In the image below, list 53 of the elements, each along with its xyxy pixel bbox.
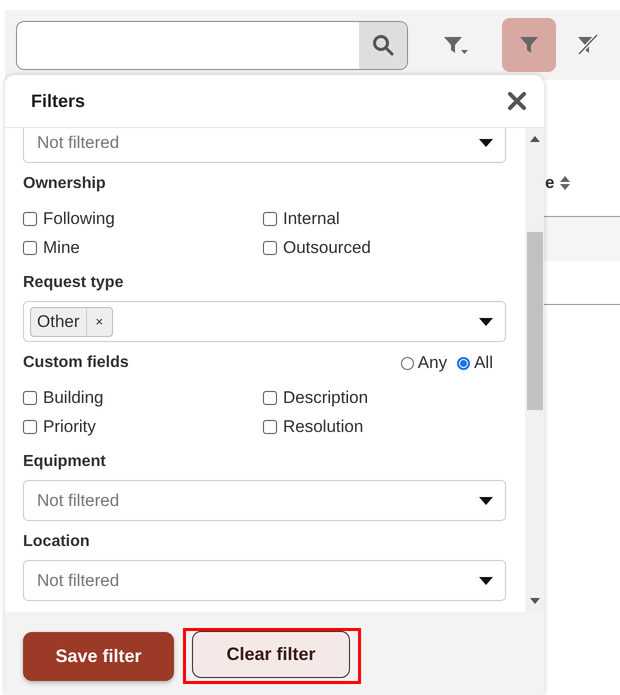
checkbox-option[interactable]: Priority xyxy=(23,412,263,441)
checkbox-option[interactable]: Internal xyxy=(263,204,503,233)
scrollbar[interactable] xyxy=(525,128,544,612)
select-field[interactable]: Other × xyxy=(23,301,506,342)
checkbox[interactable] xyxy=(23,240,37,254)
radio-button[interactable] xyxy=(457,356,470,370)
panel-title: Filters xyxy=(31,90,86,112)
checkbox-option[interactable]: Following xyxy=(23,204,263,233)
checkbox[interactable] xyxy=(263,390,277,404)
close-button[interactable] xyxy=(508,92,526,110)
radio-option[interactable]: All xyxy=(457,352,493,374)
column-header[interactable]: e xyxy=(545,173,570,193)
remove-tag-button[interactable]: × xyxy=(86,308,112,336)
select-field[interactable]: Not filtered xyxy=(23,128,506,163)
checkbox-option[interactable]: Building xyxy=(23,383,263,412)
filter-toolbar-button[interactable] xyxy=(502,18,556,72)
caret-icon xyxy=(479,496,493,504)
checkbox[interactable] xyxy=(263,240,277,254)
clear-filter-button[interactable]: Clear filter xyxy=(192,631,350,678)
select-field[interactable]: Not filtered xyxy=(23,480,506,521)
checkbox[interactable] xyxy=(263,212,277,226)
checkbox-option[interactable]: Outsourced xyxy=(263,233,503,262)
tag-label: Other xyxy=(36,310,81,332)
search-button[interactable] xyxy=(359,22,407,68)
select-value: Not filtered xyxy=(37,570,120,590)
caret-icon xyxy=(479,318,493,326)
filter-off-icon xyxy=(575,33,601,57)
field-label: Custom fields xyxy=(23,353,129,373)
radio-button[interactable] xyxy=(400,356,414,370)
checkbox[interactable] xyxy=(23,212,37,226)
caret-icon xyxy=(479,138,493,146)
checkbox[interactable] xyxy=(263,420,277,434)
search-field[interactable] xyxy=(16,20,408,70)
scrollbar-thumb[interactable] xyxy=(527,232,543,410)
field-label: Equipment xyxy=(23,452,107,472)
checkbox[interactable] xyxy=(23,390,37,404)
field-label: Ownership xyxy=(23,174,107,194)
save-filter-button[interactable]: Save filter xyxy=(23,632,174,680)
checkbox-option[interactable]: Resolution xyxy=(263,412,503,441)
scroll-down-icon xyxy=(530,598,540,604)
select-value: Not filtered xyxy=(37,132,120,152)
close-icon xyxy=(508,92,526,110)
field-label: Location xyxy=(23,532,91,552)
select-field[interactable]: Not filtered xyxy=(23,560,506,601)
search-icon xyxy=(372,34,394,56)
scroll-up-icon xyxy=(530,136,540,142)
caret-icon xyxy=(479,576,493,584)
select-value: Not filtered xyxy=(37,490,120,510)
radio-option[interactable]: Any xyxy=(400,352,448,374)
checkbox-option[interactable]: Description xyxy=(263,383,503,412)
checkbox-option[interactable]: Mine xyxy=(23,233,263,262)
field-label: Request type xyxy=(23,273,124,293)
checkbox[interactable] xyxy=(23,420,37,434)
